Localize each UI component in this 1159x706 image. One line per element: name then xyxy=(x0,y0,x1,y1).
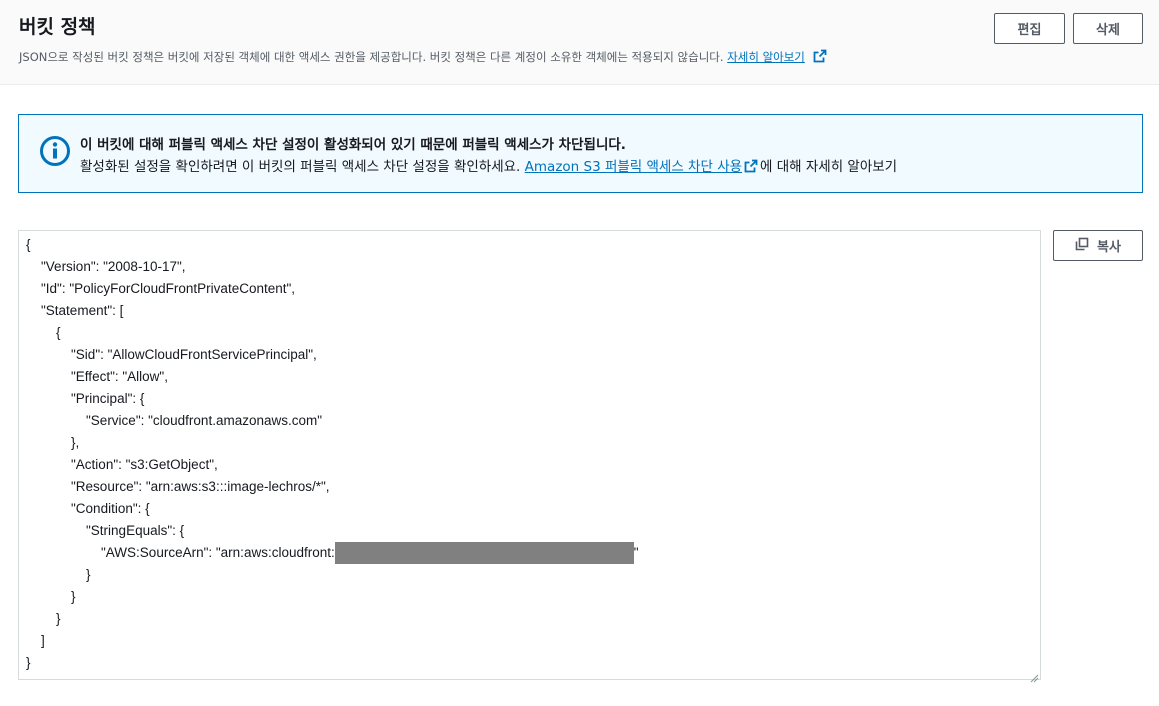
policy-header: 버킷 정책 JSON으로 작성된 버킷 정책은 버킷에 저장된 객체에 대한 액… xyxy=(0,0,1159,85)
code-line: } xyxy=(26,611,61,626)
copy-icon xyxy=(1075,237,1089,255)
code-line: "Id": "PolicyForCloudFrontPrivateContent… xyxy=(26,281,296,296)
page-title: 버킷 정책 xyxy=(19,16,96,38)
alert-body: 활성화된 설정을 확인하려면 이 버킷의 퍼블릭 액세스 차단 설정을 확인하세… xyxy=(80,155,897,177)
code-line-redacted: "AWS:SourceArn": "arn:aws:cloudfront: " xyxy=(26,542,639,564)
code-line: "StringEquals": { xyxy=(26,523,185,538)
code-line: ] xyxy=(26,633,45,648)
code-line: { xyxy=(26,325,61,340)
code-line: "Principal": { xyxy=(26,391,145,406)
code-line: "Version": "2008-10-17", xyxy=(26,259,186,274)
code-line: "Condition": { xyxy=(26,501,150,516)
closing-quote: " xyxy=(633,545,639,560)
policy-editor[interactable]: { "Version": "2008-10-17", "Id": "Policy… xyxy=(18,230,1041,683)
copy-label: 복사 xyxy=(1097,240,1121,255)
source-arn-text: "AWS:SourceArn": "arn:aws:cloudfront: xyxy=(26,545,335,560)
delete-button[interactable]: 삭제 xyxy=(1073,13,1143,44)
description-text: JSON으로 작성된 버킷 정책은 버킷에 저장된 객체에 대한 액세스 권한을… xyxy=(19,50,724,64)
external-link-icon[interactable] xyxy=(744,159,758,177)
policy-description: JSON으로 작성된 버킷 정책은 버킷에 저장된 객체에 대한 액세스 권한을… xyxy=(19,49,827,66)
code-line: "Action": "s3:GetObject", xyxy=(26,457,218,472)
external-link-icon[interactable] xyxy=(813,49,827,66)
policy-code: { "Version": "2008-10-17", "Id": "Policy… xyxy=(26,234,639,674)
block-public-access-link[interactable]: Amazon S3 퍼블릭 액세스 차단 사용 xyxy=(525,159,742,175)
code-line: { xyxy=(26,237,31,252)
resize-handle-icon[interactable] xyxy=(1029,668,1039,683)
info-icon xyxy=(39,135,71,167)
alert-body-suffix: 에 대해 자세히 알아보기 xyxy=(760,159,898,175)
alert-title: 이 버킷에 대해 퍼블릭 액세스 차단 설정이 활성화되어 있기 때문에 퍼블릭… xyxy=(80,137,626,153)
code-line: "Statement": [ xyxy=(26,303,124,318)
redacted-block xyxy=(334,542,634,564)
code-line: } xyxy=(26,567,91,582)
learn-more-link[interactable]: 자세히 알아보기 xyxy=(727,50,805,64)
copy-button[interactable]: 복사 xyxy=(1053,230,1143,261)
edit-button[interactable]: 편집 xyxy=(994,13,1065,44)
code-line: } xyxy=(26,589,76,604)
info-alert: 이 버킷에 대해 퍼블릭 액세스 차단 설정이 활성화되어 있기 때문에 퍼블릭… xyxy=(18,114,1143,193)
code-line: "Resource": "arn:aws:s3:::image-lechros/… xyxy=(26,479,330,494)
code-line: "Effect": "Allow", xyxy=(26,369,168,384)
code-line: } xyxy=(26,655,31,670)
code-line: "Service": "cloudfront.amazonaws.com" xyxy=(26,413,323,428)
code-line: }, xyxy=(26,435,80,450)
alert-body-text: 활성화된 설정을 확인하려면 이 버킷의 퍼블릭 액세스 차단 설정을 확인하세… xyxy=(80,159,521,175)
code-line: "Sid": "AllowCloudFrontServicePrincipal"… xyxy=(26,347,317,362)
